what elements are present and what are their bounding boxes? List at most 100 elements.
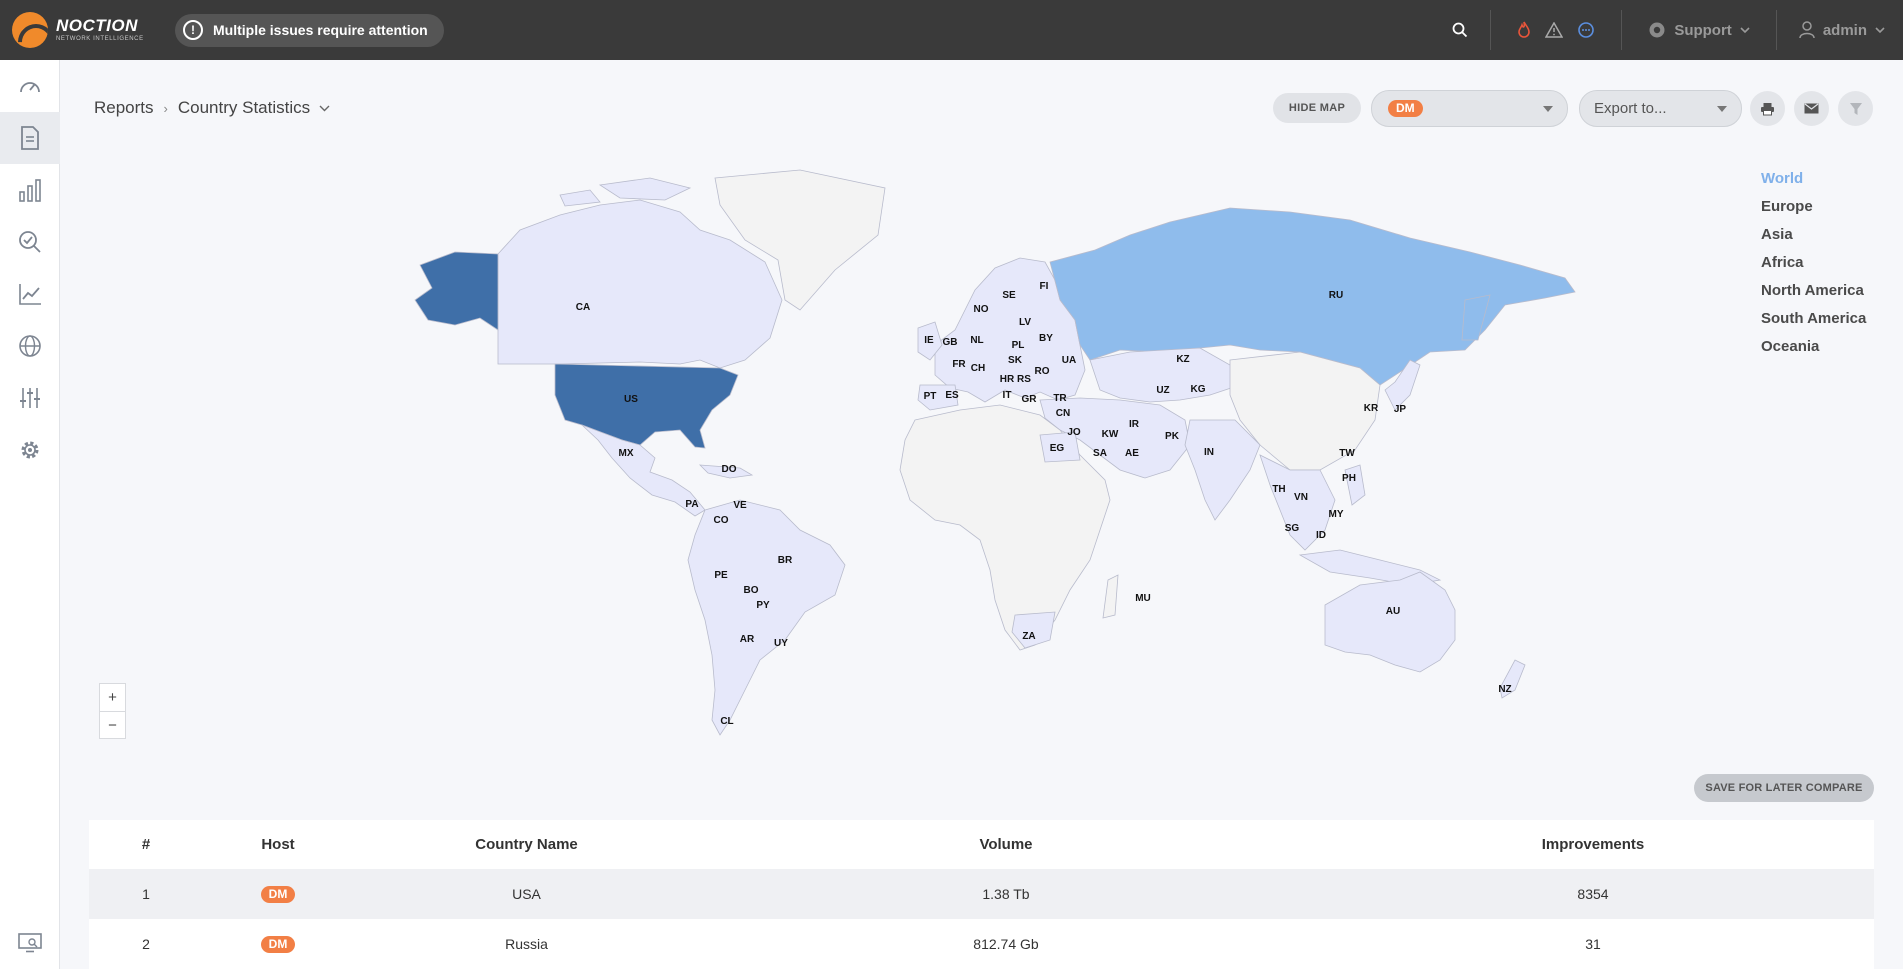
country-madagascar[interactable] [1102, 574, 1119, 619]
map-label-my: MY [1329, 509, 1344, 520]
breadcrumb-current[interactable]: Country Statistics [178, 98, 310, 118]
region-south-america[interactable]: South America [1761, 305, 1866, 333]
region-world[interactable]: World [1761, 165, 1866, 193]
table-row[interactable]: 2 DM Russia 812.74 Gb 31 [89, 919, 1874, 969]
chat-icon[interactable] [1577, 21, 1595, 39]
region-north-america[interactable]: North America [1761, 277, 1866, 305]
map-label-ae: AE [1125, 448, 1139, 459]
support-label: Support [1674, 21, 1732, 39]
region-africa[interactable]: Africa [1761, 249, 1866, 277]
user-menu[interactable]: admin [1777, 21, 1903, 39]
country-us[interactable] [554, 363, 739, 449]
map-label-ru: RU [1329, 290, 1343, 301]
table-header: # Host Country Name Volume Improvements [89, 820, 1874, 869]
col-volume-header[interactable]: Volume [700, 836, 1312, 853]
globe-icon [19, 335, 41, 357]
map-label-ro: RO [1035, 366, 1050, 377]
lifebuoy-icon [1649, 22, 1665, 38]
col-improvements-header[interactable]: Improvements [1312, 836, 1874, 853]
search-icon [1452, 22, 1468, 38]
map-label-th: TH [1272, 484, 1285, 495]
host-badge: DM [260, 936, 296, 953]
hide-map-button[interactable]: HIDE MAP [1273, 93, 1361, 123]
sidebar-item-configuration[interactable] [0, 372, 60, 424]
map-label-ch: CH [971, 363, 985, 374]
map-label-au: AU [1386, 606, 1400, 617]
export-select[interactable]: Export to... [1579, 90, 1742, 127]
chevron-right-icon: › [163, 100, 168, 116]
sidebar-item-monitoring[interactable] [0, 216, 60, 268]
sidebar-item-reports[interactable] [0, 112, 60, 164]
sidebar-item-screen-search[interactable] [0, 923, 60, 963]
sidebar-item-graphs[interactable] [0, 268, 60, 320]
country-south-america[interactable] [687, 499, 846, 736]
map-label-fi: FI [1040, 281, 1049, 292]
map-label-by: BY [1039, 333, 1053, 344]
region-asia[interactable]: Asia [1761, 221, 1866, 249]
logo[interactable]: NOCTION NETWORK INTELLIGENCE [12, 12, 162, 48]
map-label-nz: NZ [1498, 684, 1511, 695]
breadcrumb-reports[interactable]: Reports [94, 98, 154, 118]
bar-chart-icon [19, 179, 41, 202]
region-list: World Europe Asia Africa North America S… [1761, 165, 1866, 361]
chevron-down-icon[interactable] [319, 105, 330, 112]
country-philippines[interactable] [1344, 464, 1366, 506]
map-label-id: ID [1316, 530, 1326, 541]
map-label-sa: SA [1093, 448, 1107, 459]
country-india[interactable] [1184, 419, 1261, 521]
warning-icon[interactable] [1545, 22, 1564, 38]
save-for-later-compare-button[interactable]: SAVE FOR LATER COMPARE [1694, 774, 1874, 802]
breadcrumb: Reports › Country Statistics [94, 98, 330, 118]
map-label-eg: EG [1050, 443, 1065, 454]
sidebar-item-statistics[interactable] [0, 164, 60, 216]
map-label-mu: MU [1135, 593, 1151, 604]
print-button[interactable] [1750, 91, 1785, 126]
issues-alert[interactable]: ! Multiple issues require attention [175, 13, 444, 47]
country-au[interactable] [1324, 571, 1456, 673]
host-select[interactable]: DM [1371, 90, 1568, 127]
sidebar-item-global[interactable] [0, 320, 60, 372]
map-label-pa: PA [685, 499, 698, 510]
world-map[interactable]: CA US MX DO PA VE CO BR PE BO PY AR UY CL IE GB NL NO SE FI… [380, 165, 1600, 740]
line-chart-icon [19, 284, 41, 305]
col-host-header[interactable]: Host [203, 836, 353, 853]
map-label-py: PY [756, 600, 770, 611]
sidebar-item-settings[interactable] [0, 424, 60, 476]
map-label-lv: LV [1019, 317, 1031, 328]
region-europe[interactable]: Europe [1761, 193, 1866, 221]
map-label-pk: PK [1165, 431, 1180, 442]
sliders-icon [20, 388, 40, 408]
user-icon [1799, 21, 1815, 39]
map-label-es: ES [945, 390, 959, 401]
filter-button[interactable] [1838, 91, 1873, 126]
map-label-ph: PH [1342, 473, 1356, 484]
region-oceania[interactable]: Oceania [1761, 333, 1866, 361]
printer-icon [1761, 102, 1774, 115]
fire-icon[interactable] [1517, 21, 1531, 39]
sidebar-item-dashboard[interactable] [0, 60, 60, 112]
document-icon [21, 126, 39, 150]
map-label-za: ZA [1022, 631, 1035, 642]
export-placeholder: Export to... [1594, 100, 1667, 117]
col-index-header[interactable]: # [89, 836, 203, 853]
country-us-alaska[interactable] [414, 251, 499, 331]
map-label-pe: PE [714, 570, 728, 581]
row-index: 1 [142, 886, 150, 902]
map-label-ca: CA [576, 302, 590, 313]
zoom-in-button[interactable]: + [100, 684, 125, 711]
support-menu[interactable]: Support [1622, 21, 1776, 39]
table-row[interactable]: 1 DM USA 1.38 Tb 8354 [89, 869, 1874, 919]
zoom-out-button[interactable]: − [100, 711, 125, 738]
col-country-header[interactable]: Country Name [353, 836, 700, 853]
chevron-down-icon [1740, 26, 1750, 33]
map-label-mx: MX [619, 448, 634, 459]
email-button[interactable] [1794, 91, 1829, 126]
country-africa[interactable] [899, 404, 1111, 651]
map-label-kz: KZ [1176, 354, 1189, 365]
search-button[interactable] [1430, 22, 1490, 38]
map-label-nl: NL [970, 335, 983, 346]
map-label-hr: HR [1000, 374, 1015, 385]
map-label-kg: KG [1191, 384, 1206, 395]
map-label-tw: TW [1339, 448, 1355, 459]
map-label-ar: AR [740, 634, 755, 645]
